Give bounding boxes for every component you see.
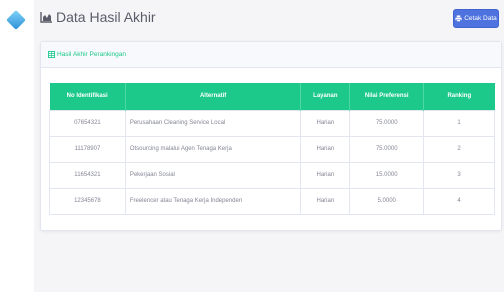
column-header[interactable]: No Identifikasi (49, 83, 126, 110)
service-cell: Harian (300, 109, 351, 137)
preference-cell: 15.0000 (349, 161, 425, 189)
service-cell: Harian (300, 187, 351, 215)
preference-cell: 5.0000 (349, 187, 425, 215)
table-row: 11178907 Otsourcing malalui Agen Tenaga … (49, 135, 495, 163)
table-header-row: No Identifikasi Alternatif Layanan Nilai… (49, 83, 495, 110)
id-cell: 11178907 (49, 135, 126, 163)
id-cell: 11654321 (49, 161, 126, 189)
column-header[interactable]: Ranking (423, 83, 495, 110)
results-card: Hasil Akhir Perankingan No Identifikasi … (40, 41, 502, 231)
ranking-table: No Identifikasi Alternatif Layanan Nilai… (49, 83, 495, 215)
page-header: Data Hasil Akhir (40, 9, 156, 25)
service-cell: Harian (300, 135, 351, 163)
service-cell: Harian (300, 161, 351, 189)
print-icon (455, 15, 462, 22)
alternative-cell: Freelencer atau Tenaga Kerja Independen (124, 187, 302, 215)
preference-cell: 75.0000 (349, 135, 425, 163)
column-header[interactable]: Layanan (300, 83, 351, 110)
table-row: 12345678 Freelencer atau Tenaga Kerja In… (49, 187, 495, 215)
column-header[interactable]: Nilai Preferensi (349, 83, 425, 110)
id-cell: 12345678 (49, 187, 126, 215)
column-header[interactable]: Alternatif (125, 83, 302, 110)
ranking-cell: 4 (423, 187, 495, 215)
alternative-cell: Pekerjaan Sosial (124, 161, 302, 189)
table-icon (48, 51, 55, 58)
ranking-cell: 2 (423, 135, 495, 163)
alternative-cell: Otsourcing malalui Agen Tenaga Kerja (124, 135, 302, 163)
logo-icon[interactable] (6, 10, 26, 30)
preference-cell: 75.0000 (349, 109, 425, 137)
table-row: 07654321 Perusahaan Cleaning Service Loc… (49, 109, 495, 137)
print-button-label: Cetak Data (464, 15, 497, 22)
print-button[interactable]: Cetak Data (453, 9, 499, 28)
table-row: 11654321 Pekerjaan Sosial Harian 15.0000… (49, 161, 495, 189)
page-title: Data Hasil Akhir (56, 9, 156, 25)
ranking-cell: 1 (423, 109, 495, 137)
ranking-cell: 3 (423, 161, 495, 189)
card-header: Hasil Akhir Perankingan (41, 42, 501, 68)
id-cell: 07654321 (49, 109, 126, 137)
alternative-cell: Perusahaan Cleaning Service Local (124, 109, 302, 137)
sidebar (0, 0, 34, 292)
area-chart-icon (40, 11, 52, 23)
card-title: Hasil Akhir Perankingan (57, 51, 127, 58)
